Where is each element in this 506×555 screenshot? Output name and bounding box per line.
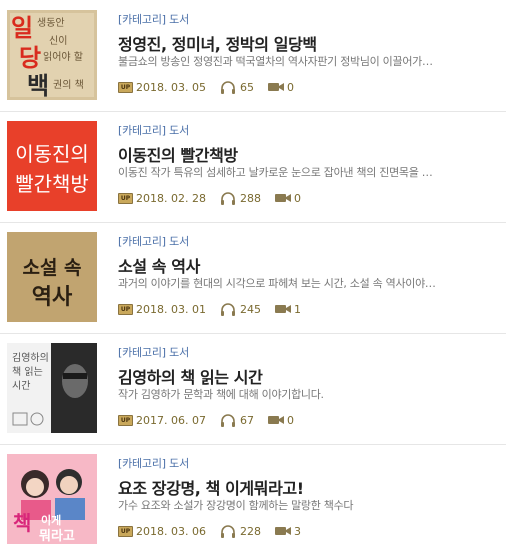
list-item[interactable]: 책 이게 뭐라고 [카테고리] 도서 요조 장강명, 책 이게뭐라고! 가수 요…	[0, 444, 506, 555]
updated-date: 2018. 03. 05	[136, 80, 206, 94]
listen-count: 288	[239, 191, 261, 205]
listen-count: 245	[239, 302, 261, 316]
cover-line-2: 책 읽는	[12, 365, 43, 378]
cover-art-red-bookroom: 이동진의 빨간책방	[7, 121, 97, 211]
listen-count: 65	[239, 80, 254, 94]
meta-row: UP 2018. 03. 06 228 3	[118, 524, 301, 538]
list-item[interactable]: 일 당 백 생동안 신이 읽어야 할 권의 책 [카테고리] 도서 정영진, 정…	[0, 0, 506, 111]
cover-line-1: 김영하의	[12, 351, 49, 364]
podcast-thumbnail[interactable]: 소설 속 역사	[7, 232, 97, 322]
list-item[interactable]: 김영하의 책 읽는 시간 [카테고리] 도서 김영하의 책 읽는 시간 작가 김…	[0, 333, 506, 444]
cover-char-2: 이게	[41, 513, 61, 527]
podcast-title[interactable]: 소설 속 역사	[118, 253, 200, 277]
podcast-thumbnail[interactable]: 책 이게 뭐라고	[7, 454, 97, 544]
updated-date: 2018. 03. 01	[136, 302, 206, 316]
up-badge-icon: UP	[118, 81, 133, 93]
cover-line-3: 시간	[12, 380, 30, 392]
podcast-thumbnail[interactable]: 김영하의 책 읽는 시간	[7, 343, 97, 433]
podcast-title[interactable]: 요조 장강명, 책 이게뭐라고!	[118, 475, 304, 499]
headphones-icon	[220, 191, 235, 205]
updated-date: 2017. 06. 07	[136, 413, 206, 427]
comment-count: 1	[293, 302, 301, 316]
cover-art-kim-youngha: 김영하의 책 읽는 시간	[7, 343, 97, 433]
cover-char-1: 책	[13, 511, 31, 535]
comment-count: 0	[286, 80, 294, 94]
podcast-description: 과거의 이야기를 현대의 시각으로 파헤쳐 보는 시간, 소설 속 역사이야…	[118, 277, 436, 290]
updated-date: 2018. 02. 28	[136, 191, 206, 205]
headphones-icon	[220, 80, 235, 94]
cover-art-novel-history: 소설 속 역사	[7, 232, 97, 322]
comment-camera-icon	[267, 83, 284, 91]
cover-art-yojo: 책 이게 뭐라고	[7, 454, 97, 544]
podcast-thumbnail[interactable]: 일 당 백 생동안 신이 읽어야 할 권의 책	[7, 10, 97, 100]
meta-row: UP 2018. 02. 28 288 0	[118, 191, 301, 205]
podcast-description: 가수 요조와 소설가 장강명이 함께하는 말랑한 책수다	[118, 499, 354, 512]
cover-line-2: 역사	[32, 285, 73, 310]
podcast-title[interactable]: 이동진의 빨간책방	[118, 142, 238, 166]
up-badge-icon: UP	[118, 525, 133, 537]
list-item[interactable]: 소설 속 역사 [카테고리] 도서 소설 속 역사 과거의 이야기를 현대의 시…	[0, 222, 506, 333]
cover-line-2: 빨간책방	[15, 172, 89, 196]
headphones-icon	[220, 302, 235, 316]
svg-text:권의 책: 권의 책	[53, 79, 84, 91]
comment-camera-icon	[274, 194, 291, 202]
up-badge-icon: UP	[118, 192, 133, 204]
cover-char-1: 일	[11, 14, 33, 42]
svg-text:읽어야 할: 읽어야 할	[43, 50, 83, 63]
comment-count: 0	[286, 413, 294, 427]
cover-char-3: 백	[27, 72, 49, 100]
podcast-description: 작가 김영하가 문학과 책에 대해 이야기합니다.	[118, 388, 324, 401]
podcast-title[interactable]: 정영진, 정미녀, 정박의 일당백	[118, 31, 317, 55]
category-label[interactable]: [카테고리] 도서	[118, 455, 189, 471]
meta-row: UP 2018. 03. 01 245 1	[118, 302, 301, 316]
listen-count: 67	[239, 413, 254, 427]
podcast-thumbnail[interactable]: 이동진의 빨간책방	[7, 121, 97, 211]
podcast-description: 불금쇼의 방송인 정영진과 떡국열차의 역사자판기 정박님이 이끌어가…	[118, 55, 433, 68]
category-label[interactable]: [카테고리] 도서	[118, 233, 189, 249]
listen-count: 228	[239, 524, 261, 538]
updated-date: 2018. 03. 06	[136, 524, 206, 538]
category-label[interactable]: [카테고리] 도서	[118, 11, 189, 27]
cover-char-2: 당	[19, 44, 41, 72]
category-label[interactable]: [카테고리] 도서	[118, 122, 189, 138]
comment-camera-icon	[274, 305, 291, 313]
cover-line-1: 이동진의	[15, 142, 89, 166]
cover-char-3: 뭐라고	[39, 528, 75, 544]
svg-text:신이: 신이	[49, 35, 67, 47]
comment-camera-icon	[267, 416, 284, 424]
headphones-icon	[220, 524, 235, 538]
cover-art-ildangbaek: 일 당 백 생동안 신이 읽어야 할 권의 책	[7, 10, 97, 100]
podcast-title[interactable]: 김영하의 책 읽는 시간	[118, 364, 263, 388]
up-badge-icon: UP	[118, 414, 133, 426]
headphones-icon	[220, 413, 235, 427]
podcast-description: 이동진 작가 특유의 섬세하고 날카로운 눈으로 잡아낸 책의 진면목을 …	[118, 166, 433, 179]
svg-text:생동안: 생동안	[37, 17, 65, 29]
cover-line-1: 소설 속	[22, 257, 81, 279]
list-item[interactable]: 이동진의 빨간책방 [카테고리] 도서 이동진의 빨간책방 이동진 작가 특유의…	[0, 111, 506, 222]
comment-count: 3	[293, 524, 301, 538]
category-label[interactable]: [카테고리] 도서	[118, 344, 189, 360]
meta-row: UP 2017. 06. 07 67 0	[118, 413, 294, 427]
meta-row: UP 2018. 03. 05 65 0	[118, 80, 294, 94]
comment-count: 0	[293, 191, 301, 205]
comment-camera-icon	[274, 527, 291, 535]
up-badge-icon: UP	[118, 303, 133, 315]
